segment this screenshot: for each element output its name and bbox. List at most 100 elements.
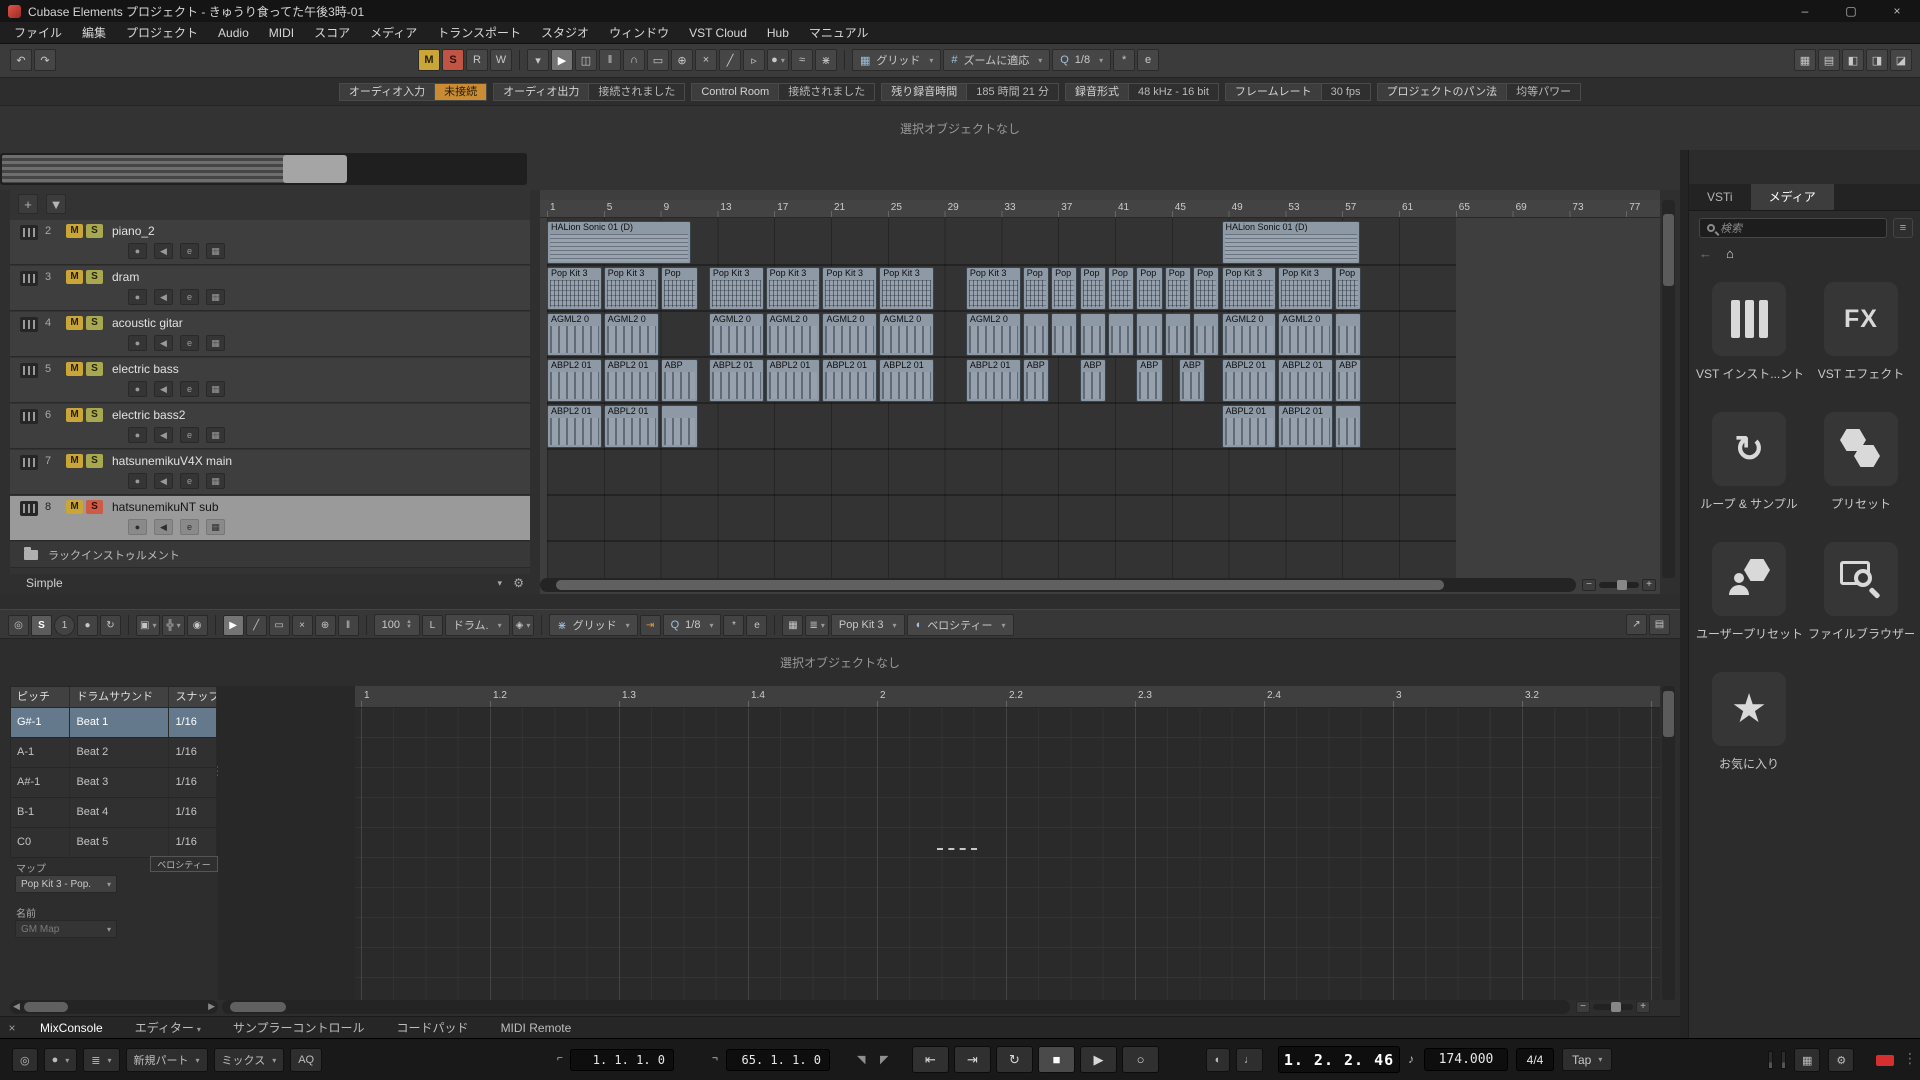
midi-clip[interactable]: ABPL2 01 [709,359,764,402]
color-menu-dropdown[interactable]: ●▾ [767,49,789,71]
minimize-button[interactable]: – [1782,0,1828,22]
gear-icon[interactable]: ⚙ [513,576,524,590]
quantize-panel-button[interactable]: e [1137,49,1159,71]
track-solo-button[interactable]: S [86,316,103,330]
erase-tool[interactable]: ▭ [647,49,669,71]
instrument-icon[interactable]: ▦ [206,335,225,351]
play-tool[interactable]: ▹ [743,49,765,71]
quantize-preset-dropdown[interactable]: Q1/8▾ [1052,49,1111,71]
info-line-toggle[interactable]: ▤ [1818,49,1840,71]
gm-map-select[interactable]: GM Map ▾ [15,920,117,938]
drum-sound-row[interactable]: G#-1Beat 11/16 [10,708,218,738]
undo-button[interactable]: ↶ [10,49,32,71]
zoom-tool[interactable]: ⊕ [315,615,336,636]
media-tile[interactable]: ↻ループ & サンプル [1696,412,1802,512]
midi-clip[interactable]: Pop Kit 3 [822,267,877,310]
open-editor-window-button[interactable]: ↗ [1626,614,1647,635]
midi-clip[interactable] [1023,313,1049,356]
midi-clip[interactable]: AGML2 0 [1278,313,1333,356]
midi-clip[interactable] [1335,405,1361,448]
info-value[interactable]: 185 時間 21 分 [966,83,1059,101]
midi-clip[interactable]: AGML2 0 [1222,313,1277,356]
midi-keyboard-button[interactable]: ▦ [1794,1048,1820,1072]
info-value[interactable]: 未接続 [434,83,487,101]
editor-vscroll-thumb[interactable] [1663,691,1674,737]
tap-tempo-button[interactable]: Tap ▾ [1562,1048,1612,1071]
instrument-icon[interactable]: ▦ [206,381,225,397]
snap-toggle-button[interactable]: ⋇ [815,49,837,71]
media-tile[interactable]: ★お気に入り [1696,672,1802,772]
midi-clip[interactable]: AGML2 0 [709,313,764,356]
track-solo-button[interactable]: S [86,454,103,468]
write-automation-button[interactable]: W [490,49,512,71]
drum-map-select[interactable]: Pop Kit 3 - Pop. ▾ [15,875,117,893]
snap-type-dropdown[interactable]: ⋇グリッド▾ [549,614,637,636]
midi-clip[interactable]: Pop Kit 3 [966,267,1021,310]
step-input-button[interactable]: ⇥ [640,615,661,636]
stop-button[interactable]: ■ [1038,1046,1075,1073]
menu-item-0[interactable]: ファイル [4,22,72,44]
info-value[interactable]: 接続されました [588,83,685,101]
edit-channel-button[interactable]: e [180,427,199,443]
play-button[interactable]: ▶ [1080,1046,1117,1073]
right-zone-toggle[interactable]: ◨ [1866,49,1888,71]
menu-item-7[interactable]: トランスポート [427,22,531,44]
record-button[interactable]: ○ [1122,1046,1159,1073]
punch-out-icon[interactable]: ◤ [880,1053,888,1066]
zoom-out-button[interactable]: − [1576,1001,1590,1013]
length-link-button[interactable]: L [422,615,443,636]
midi-clip[interactable]: ABPL2 01 [879,359,934,402]
info-value[interactable]: 48 kHz - 16 bit [1128,83,1219,101]
bottom-tab-2[interactable]: サンプラーコントロール [217,1017,381,1039]
menu-item-6[interactable]: メディア [360,22,427,44]
midi-clip[interactable]: Pop [1136,267,1162,310]
midi-clip[interactable]: ABPL2 01 [1222,359,1277,402]
media-tile[interactable]: FXVST エフェクト [1808,282,1914,382]
menu-item-4[interactable]: MIDI [259,22,304,44]
track-row[interactable]: 5MSelectric bass●◀e▦ [10,358,530,403]
menu-item-11[interactable]: Hub [757,22,799,44]
midi-clip[interactable] [1051,313,1077,356]
midi-clip[interactable]: ABP [1179,359,1205,402]
midi-clip[interactable]: Pop [661,267,699,310]
lower-zone-toggle[interactable]: ◪ [1890,49,1912,71]
maximize-button[interactable]: ▢ [1828,0,1874,22]
object-selection-tool[interactable]: ▶ [223,615,244,636]
selection-tool-dropdown[interactable]: ▾ [527,49,549,71]
scroll-right-icon[interactable]: ▶ [208,1001,215,1012]
record-enable-button[interactable]: ● [128,243,147,259]
track-solo-button[interactable]: S [86,500,103,514]
midi-clip[interactable]: Pop [1080,267,1106,310]
tempo-display[interactable]: 174.000 [1424,1048,1508,1071]
track-mute-button[interactable]: M [66,408,83,422]
project-overview[interactable] [0,153,527,185]
midi-clip[interactable]: Pop [1165,267,1191,310]
controller-lane-dropdown[interactable]: ◖ベロシティー▾ [907,614,1014,636]
hscroll-thumb[interactable] [556,580,1444,590]
crosshair-dropdown[interactable]: ╬▾ [162,615,184,636]
midi-clip[interactable]: Pop Kit 3 [879,267,934,310]
media-search-input[interactable]: 検索 [1699,218,1887,238]
midi-clip[interactable]: Pop [1023,267,1049,310]
list-view-icon[interactable]: ≡ [1893,218,1913,238]
midi-clip[interactable]: HALion Sonic 01 (D) [1222,221,1361,264]
midi-clip[interactable]: ABPL2 01 [1278,359,1333,402]
editor-hscroll-thumb[interactable] [230,1002,286,1012]
split-tool[interactable]: ‖ [599,49,621,71]
menu-item-3[interactable]: Audio [208,22,259,44]
menu-item-2[interactable]: プロジェクト [116,22,208,44]
menu-item-8[interactable]: スタジオ [531,22,599,44]
zoom-slider[interactable] [1599,582,1639,588]
solo-editor-button[interactable]: S [31,615,52,636]
iterative-quantize-button[interactable]: * [723,615,744,636]
edit-channel-button[interactable]: e [180,289,199,305]
record-enable-button[interactable]: ● [128,519,147,535]
media-tile[interactable]: VST インスト...ント [1696,282,1802,382]
constrain-delay-button[interactable]: ◎ [12,1048,38,1072]
editor-ruler[interactable]: 11.21.31.422.22.32.433.2 [355,686,1660,708]
drum-sound-row[interactable]: C0Beat 51/16 [10,828,218,858]
midi-clip[interactable]: AGML2 0 [879,313,934,356]
midi-clip[interactable]: Pop [1051,267,1077,310]
acoustic-feedback-toggle[interactable]: ◉ [187,615,208,636]
track-mute-button[interactable]: M [66,316,83,330]
